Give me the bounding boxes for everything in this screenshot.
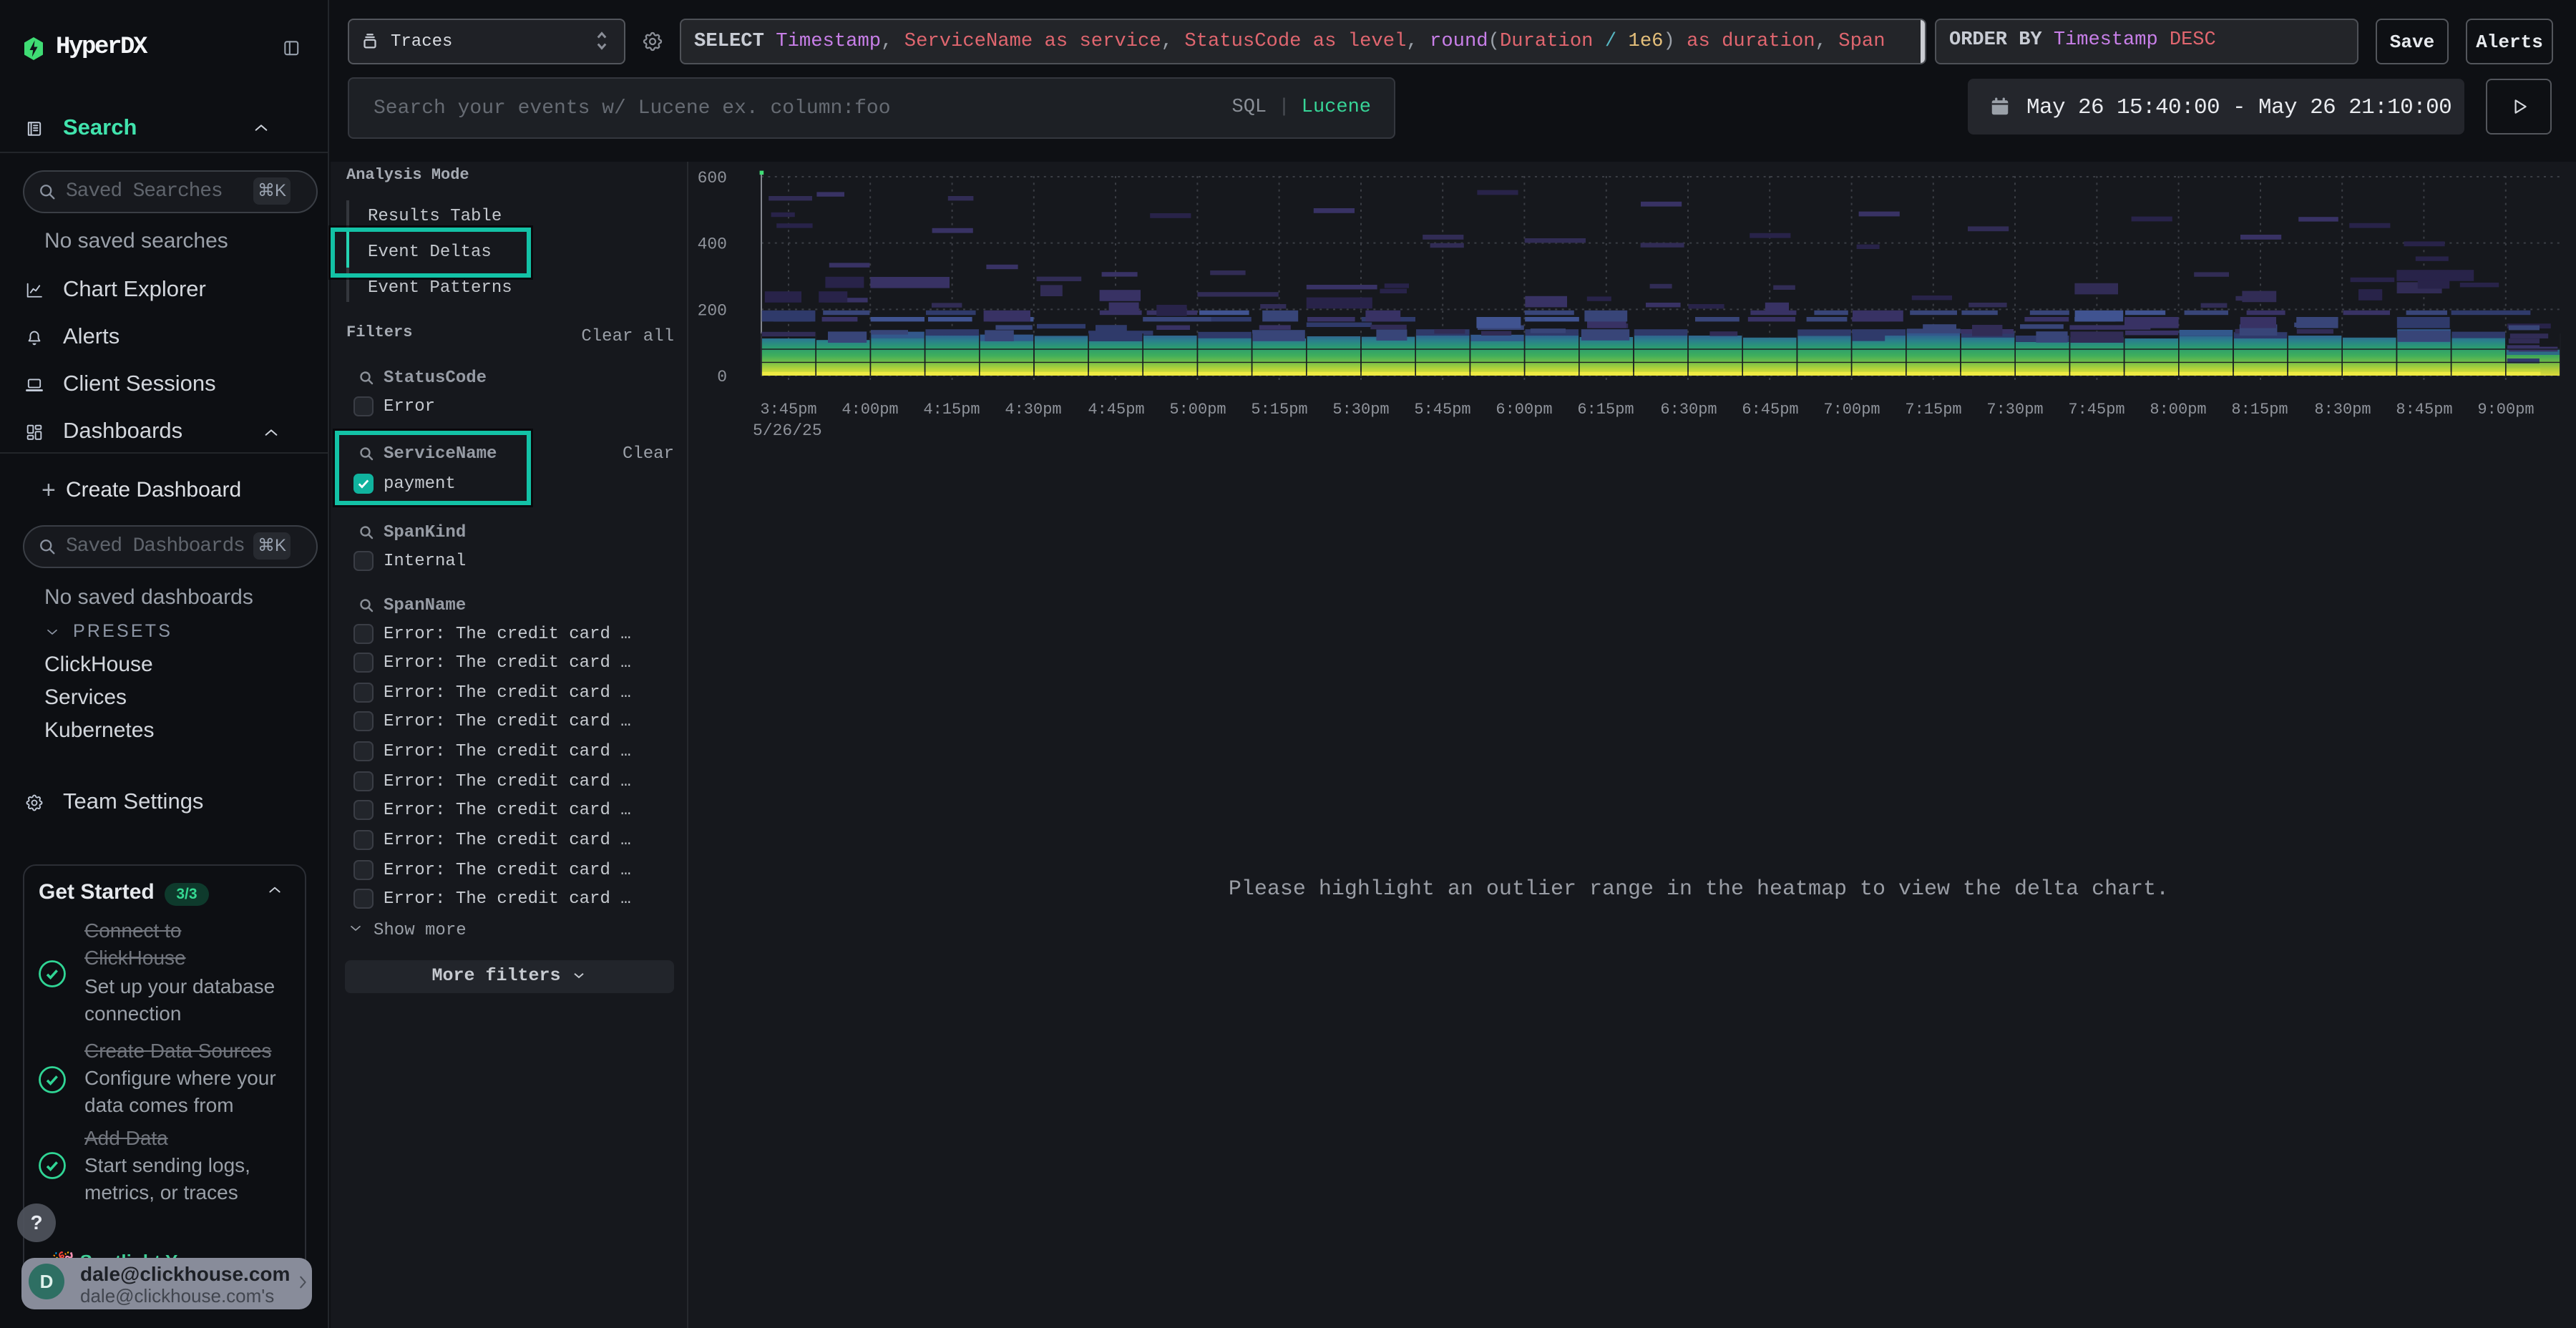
svg-text:7:15pm: 7:15pm [1905,401,1961,419]
svg-text:9:00pm: 9:00pm [2477,401,2534,419]
svg-text:3:45pm: 3:45pm [760,401,816,419]
svg-text:200: 200 [698,301,727,320]
svg-text:0: 0 [717,368,727,386]
svg-text:4:15pm: 4:15pm [923,401,980,419]
svg-text:5:30pm: 5:30pm [1332,401,1389,419]
svg-text:6:00pm: 6:00pm [1496,401,1552,419]
svg-text:400: 400 [698,235,727,254]
svg-text:5/26/25: 5/26/25 [753,421,822,440]
svg-text:6:30pm: 6:30pm [1660,401,1717,419]
svg-text:4:00pm: 4:00pm [841,401,898,419]
svg-text:5:00pm: 5:00pm [1169,401,1226,419]
svg-text:7:45pm: 7:45pm [2068,401,2124,419]
svg-text:7:00pm: 7:00pm [1823,401,1880,419]
svg-text:4:45pm: 4:45pm [1088,401,1144,419]
svg-text:4:30pm: 4:30pm [1005,401,1061,419]
svg-text:600: 600 [698,169,727,187]
svg-text:7:30pm: 7:30pm [1986,401,2043,419]
svg-text:8:00pm: 8:00pm [2150,401,2206,419]
svg-text:8:15pm: 8:15pm [2231,401,2288,419]
svg-text:5:15pm: 5:15pm [1251,401,1307,419]
svg-text:8:30pm: 8:30pm [2314,401,2371,419]
svg-text:6:15pm: 6:15pm [1577,401,1634,419]
svg-text:8:45pm: 8:45pm [2396,401,2452,419]
svg-text:6:45pm: 6:45pm [1742,401,1798,419]
svg-text:5:45pm: 5:45pm [1414,401,1470,419]
